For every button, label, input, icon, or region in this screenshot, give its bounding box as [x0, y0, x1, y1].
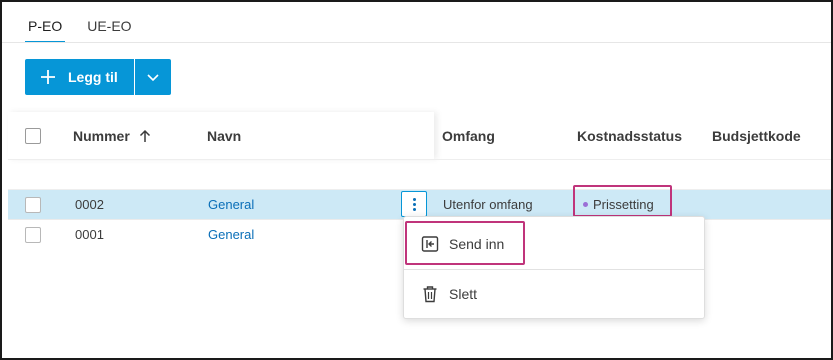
tab-p-eo[interactable]: P-EO: [25, 12, 66, 43]
column-header-label: Omfang: [442, 127, 495, 144]
row-checkbox[interactable]: [25, 196, 41, 213]
column-header-label: Nummer: [73, 127, 130, 144]
column-header-label: Budsjettkode: [712, 127, 801, 144]
column-header-navn[interactable]: Navn: [207, 112, 241, 159]
add-button[interactable]: Legg til: [25, 59, 134, 95]
nummer-cell: 0001: [75, 227, 104, 242]
plus-icon: [41, 70, 55, 84]
tab-bar: P-EO UE-EO: [25, 12, 154, 43]
row-actions-menu: Send inn Slett: [403, 216, 705, 319]
column-header-budsjettkode[interactable]: Budsjettkode: [712, 112, 801, 159]
column-header-label: Kostnadsstatus: [577, 127, 683, 144]
header-divider: [8, 159, 831, 160]
row-select-cell: [25, 190, 41, 219]
status-badge: Prissetting: [583, 197, 654, 212]
menu-item-label: Slett: [449, 286, 478, 302]
nummer-cell: 0002: [75, 197, 104, 212]
menu-item-label: Send inn: [449, 236, 505, 252]
navn-link[interactable]: General: [208, 220, 254, 249]
add-button-label: Legg til: [68, 69, 118, 85]
menu-divider: [404, 269, 704, 270]
column-header-omfang[interactable]: Omfang: [442, 112, 495, 159]
tab-ue-eo[interactable]: UE-EO: [87, 12, 131, 43]
status-label: Prissetting: [593, 197, 654, 212]
kebab-dot: [412, 202, 416, 206]
column-header-nummer[interactable]: Nummer: [73, 112, 152, 159]
app-frame: P-EO UE-EO Legg til Nummer Navn Omfang K…: [0, 0, 833, 360]
add-split-button: Legg til: [25, 59, 171, 95]
kostnadsstatus-cell: Prissetting: [583, 190, 654, 219]
split-divider: [134, 59, 135, 95]
omfang-cell: Utenfor omfang: [443, 197, 533, 212]
row-checkbox[interactable]: [25, 226, 41, 243]
navn-link[interactable]: General: [208, 190, 254, 219]
kebab-dot: [412, 197, 416, 201]
column-header-label: Navn: [207, 127, 242, 144]
select-all-checkbox[interactable]: [25, 127, 41, 144]
add-options-dropdown-button[interactable]: [135, 59, 171, 95]
table-row[interactable]: 0002 General Utenfor omfang Prissetting: [8, 185, 831, 219]
menu-item-send-inn[interactable]: Send inn: [404, 222, 704, 266]
column-header-kostnadsstatus[interactable]: Kostnadsstatus: [577, 112, 682, 159]
status-dot-icon: [583, 202, 588, 207]
sort-ascending-icon: [139, 129, 150, 142]
select-all-cell: [25, 112, 41, 159]
send-in-icon: [421, 236, 439, 252]
tabs-divider: [2, 42, 831, 43]
trash-icon: [423, 286, 437, 303]
table-header-row: Nummer Navn Omfang Kostnadsstatus Budsje…: [8, 112, 831, 159]
menu-item-slett[interactable]: Slett: [404, 272, 704, 316]
chevron-down-icon: [147, 74, 159, 82]
row-select-cell: [25, 220, 41, 249]
row-actions-menu-button[interactable]: [401, 191, 427, 217]
kebab-dot: [412, 207, 416, 211]
